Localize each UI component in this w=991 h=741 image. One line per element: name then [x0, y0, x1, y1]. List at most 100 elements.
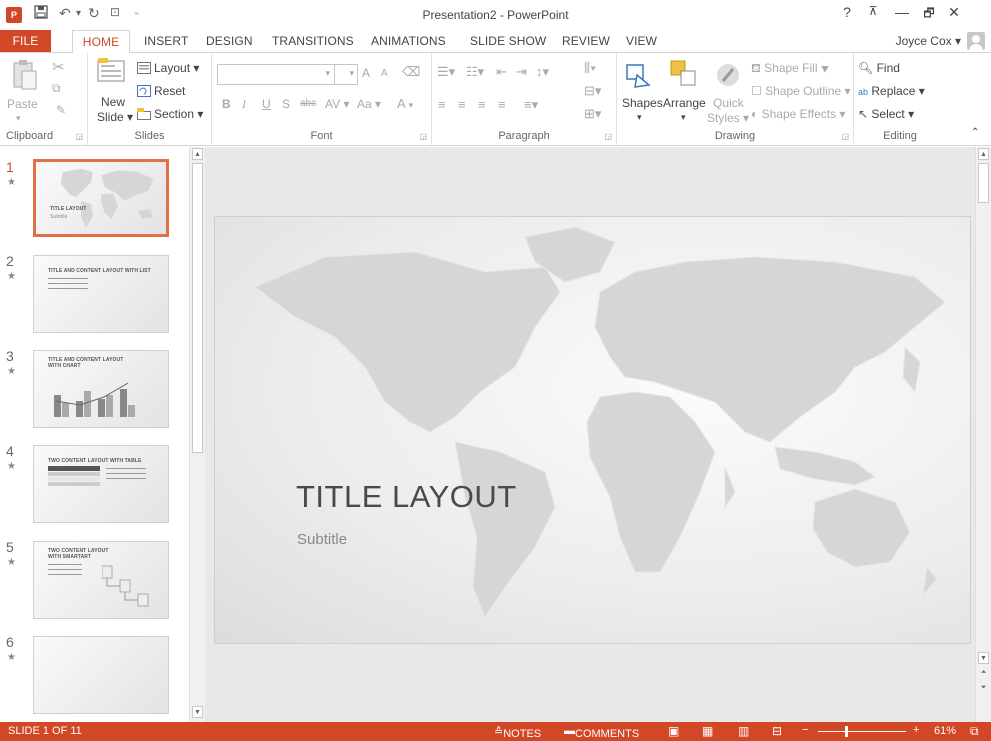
text-shadow-button[interactable]: S — [282, 97, 290, 111]
text-direction-icon[interactable]: ⫼▾ — [584, 60, 596, 76]
zoom-in-icon[interactable]: + — [913, 724, 919, 736]
tab-review[interactable]: REVIEW — [562, 34, 610, 48]
paste-icon[interactable] — [12, 59, 38, 94]
slide-subtitle[interactable]: Subtitle — [297, 531, 347, 548]
scrollbar-thumb[interactable] — [978, 163, 989, 203]
character-spacing-button[interactable]: AV ▾ — [325, 97, 349, 111]
increase-indent-icon[interactable]: ⇥ — [516, 64, 527, 80]
copy-icon[interactable]: ⧉ — [52, 81, 61, 96]
arrange-dropdown-icon[interactable]: ▾ — [681, 112, 686, 123]
reading-view-icon[interactable]: ▥ — [738, 724, 749, 738]
tab-file[interactable]: FILE — [0, 30, 51, 52]
slide-sorter-icon[interactable]: ▦ — [702, 724, 713, 738]
shape-fill-button[interactable]: ⛾ Shape Fill ▾ — [751, 61, 829, 77]
slide-scrollbar[interactable]: ▲ ▼ ⏶ ⏷ — [975, 147, 991, 722]
clipboard-launcher-icon[interactable]: ◲ — [75, 132, 83, 141]
slide-thumbnail-6[interactable] — [33, 636, 169, 714]
slide-thumbnail-1[interactable]: TITLE LAYOUT Subtitle — [33, 159, 169, 237]
tab-view[interactable]: VIEW — [626, 34, 657, 48]
slide-thumbnail-5[interactable]: TWO CONTENT LAYOUT WITH SMARTART — [33, 541, 169, 619]
center-icon[interactable]: ≡ — [458, 97, 466, 112]
current-slide[interactable]: TITLE LAYOUT Subtitle — [214, 216, 971, 644]
section-icon[interactable] — [137, 108, 151, 123]
shape-outline-button[interactable]: ☐ Shape Outline ▾ — [751, 84, 851, 98]
bullets-icon[interactable]: ☰▾ — [437, 64, 455, 80]
quick-styles-icon[interactable] — [715, 61, 743, 92]
restore-button[interactable]: 🗗 — [920, 4, 938, 25]
thumbnail-scrollbar[interactable]: ▲ ▼ — [189, 147, 205, 722]
zoom-slider-thumb[interactable] — [845, 726, 848, 737]
paragraph-launcher-icon[interactable]: ◲ — [604, 132, 612, 141]
align-right-icon[interactable]: ≡ — [478, 97, 486, 112]
notes-button[interactable]: ≙ NOTES — [494, 725, 541, 740]
layout-button[interactable]: Layout ▾ — [154, 61, 199, 75]
minimize-button[interactable]: — — [893, 4, 911, 20]
arrange-button[interactable]: Arrange — [663, 96, 706, 110]
drawing-launcher-icon[interactable]: ◲ — [841, 132, 849, 141]
align-left-icon[interactable]: ≡ — [438, 97, 446, 112]
justify-icon[interactable]: ≡ — [498, 97, 506, 112]
new-slide-label[interactable]: New — [101, 95, 125, 109]
user-name[interactable]: Joyce Cox ▾ — [896, 34, 961, 48]
tab-slide-show[interactable]: SLIDE SHOW — [470, 34, 546, 48]
cut-icon[interactable]: ✂ — [52, 58, 65, 76]
scroll-up-icon[interactable]: ▲ — [978, 148, 989, 160]
slide-title[interactable]: TITLE LAYOUT — [296, 479, 517, 515]
reset-icon[interactable] — [137, 85, 151, 100]
slide-thumbnail-3[interactable]: TITLE AND CONTENT LAYOUT WITH CHART — [33, 350, 169, 428]
shrink-font-button[interactable]: A — [381, 68, 388, 79]
shapes-dropdown-icon[interactable]: ▾ — [637, 112, 642, 123]
font-name-combo[interactable]: ▾ — [217, 64, 335, 85]
quick-styles-button[interactable]: Styles ▾ — [707, 111, 749, 125]
comments-button[interactable]: ▬ COMMENTS — [564, 725, 639, 740]
find-button[interactable]: 🔍︎ Find — [858, 61, 900, 75]
scrollbar-thumb[interactable] — [192, 163, 203, 453]
numbering-icon[interactable]: ☷▾ — [466, 64, 484, 80]
line-spacing-icon[interactable]: ↕▾ — [536, 64, 549, 80]
select-button[interactable]: ↖ Select ▾ — [858, 107, 914, 121]
close-button[interactable]: ✕ — [945, 4, 963, 21]
grow-font-button[interactable]: A — [362, 66, 370, 80]
reset-button[interactable]: Reset — [154, 84, 185, 98]
change-case-button[interactable]: Aa ▾ — [357, 97, 381, 111]
zoom-level[interactable]: 61% — [934, 725, 956, 737]
tab-home[interactable]: HOME — [72, 30, 130, 53]
slide-thumbnail-4[interactable]: TWO CONTENT LAYOUT WITH TABLE — [33, 445, 169, 523]
shapes-icon[interactable] — [625, 61, 653, 92]
align-text-icon[interactable]: ⊟▾ — [584, 83, 601, 99]
columns-icon[interactable]: ≡▾ — [524, 97, 538, 113]
section-button[interactable]: Section ▾ — [154, 107, 203, 121]
shape-effects-button[interactable]: ◐ Shape Effects ▾ — [751, 107, 845, 121]
convert-smartart-icon[interactable]: ⊞▾ — [584, 106, 601, 122]
format-painter-icon[interactable]: ✎ — [56, 103, 66, 117]
next-slide-icon[interactable]: ⏷ — [978, 682, 989, 694]
ribbon-display-options-button[interactable]: ⊼ — [864, 4, 882, 18]
scroll-down-icon[interactable]: ▼ — [192, 706, 203, 718]
zoom-out-icon[interactable]: − — [802, 724, 808, 736]
font-color-button[interactable]: A ▾ — [397, 96, 413, 111]
collapse-ribbon-icon[interactable]: ⌃ — [971, 127, 979, 138]
scroll-down-icon[interactable]: ▼ — [978, 652, 989, 664]
fit-to-window-icon[interactable]: ⧉ — [970, 724, 979, 739]
help-button[interactable]: ? — [838, 4, 856, 20]
font-size-combo[interactable]: ▾ — [334, 64, 358, 85]
zoom-slider-track[interactable] — [818, 731, 906, 732]
tab-transitions[interactable]: TRANSITIONS — [272, 34, 354, 48]
quick-styles-label[interactable]: Quick — [713, 96, 744, 110]
slide-thumbnail-2[interactable]: TITLE AND CONTENT LAYOUT WITH LIST — [33, 255, 169, 333]
tab-insert[interactable]: INSERT — [144, 34, 188, 48]
tab-animations[interactable]: ANIMATIONS — [371, 34, 446, 48]
font-launcher-icon[interactable]: ◲ — [419, 132, 427, 141]
paste-button[interactable]: Paste — [7, 97, 38, 111]
decrease-indent-icon[interactable]: ⇤ — [496, 64, 507, 80]
paste-dropdown-icon[interactable]: ▾ — [16, 113, 21, 124]
arrange-icon[interactable] — [669, 59, 697, 90]
layout-icon[interactable] — [137, 62, 151, 77]
slide-show-icon[interactable]: ⊟ — [772, 724, 782, 738]
new-slide-icon[interactable] — [96, 57, 126, 88]
shapes-button[interactable]: Shapes — [622, 96, 663, 110]
clear-formatting-icon[interactable]: ⌫ — [402, 64, 420, 80]
normal-view-icon[interactable]: ▣ — [668, 724, 679, 738]
user-avatar[interactable] — [967, 32, 985, 50]
underline-button[interactable]: U — [262, 97, 271, 111]
